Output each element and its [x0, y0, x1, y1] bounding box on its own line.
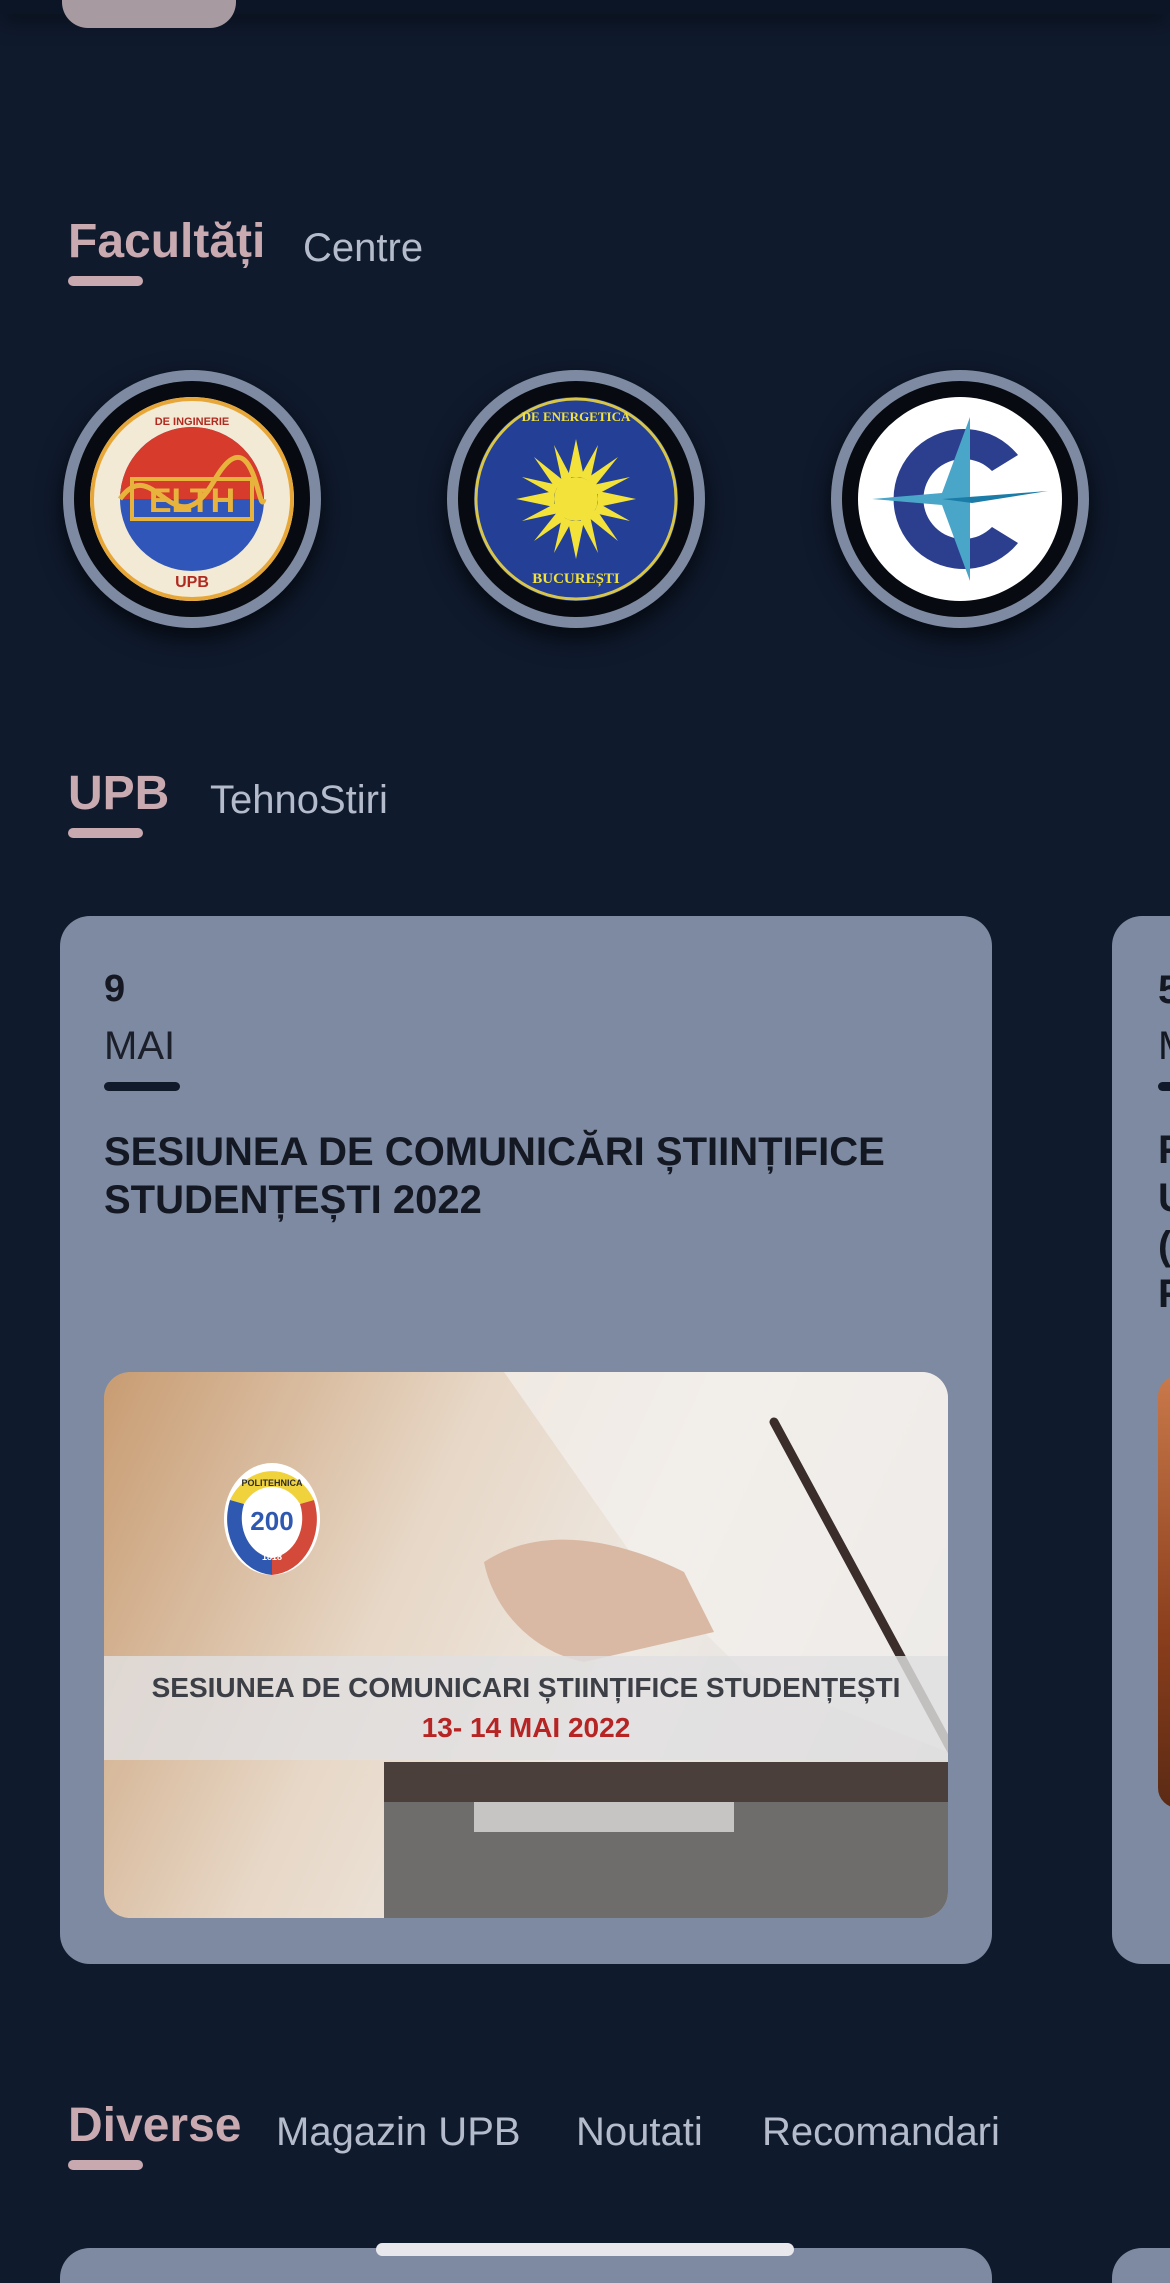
- badge-top-text: POLITEHNICA: [241, 1478, 303, 1488]
- home-indicator[interactable]: [376, 2243, 794, 2256]
- tab-indicator: [68, 276, 143, 286]
- elth-logo-text: ELTH: [149, 482, 235, 520]
- next-card-day: 5: [1158, 968, 1170, 1012]
- next-card-month: M: [1158, 1024, 1170, 1069]
- upb-200-badge: POLITEHNICA 200 1818: [224, 1463, 320, 1575]
- date-divider: [104, 1082, 180, 1091]
- c-logo: [842, 381, 1078, 617]
- news-card-next[interactable]: 5 M F U ( F: [1112, 916, 1170, 1964]
- date-divider: [1158, 1082, 1170, 1091]
- faculty-avatar-c[interactable]: [831, 370, 1089, 628]
- tab-magazin-upb[interactable]: Magazin UPB: [276, 2110, 521, 2155]
- elth-logo: ELTH UPB DE INGINERIE: [74, 381, 310, 617]
- tab-recomandari[interactable]: Recomandari: [762, 2110, 1000, 2155]
- news-title: SESIUNEA DE COMUNICĂRI ȘTIINȚIFICE STUDE…: [104, 1130, 885, 1222]
- app-screen: Facultăți Centre ELTH UPB DE INGINERIE B…: [0, 0, 1170, 2283]
- news-tabs: UPB TehnoStiri: [68, 756, 668, 838]
- next-card-title-1: F: [1158, 1128, 1170, 1173]
- next-card-title-2: U: [1158, 1176, 1170, 1221]
- news-card[interactable]: 9 MAI SESIUNEA DE COMUNICĂRI ȘTIINȚIFICE…: [60, 916, 992, 1964]
- next-card-title-3: (: [1158, 1224, 1170, 1268]
- svg-text:DE INGINERIE: DE INGINERIE: [155, 416, 230, 428]
- svg-text:DE ENERGETICA: DE ENERGETICA: [522, 409, 631, 424]
- next-card-title-4: F: [1158, 1272, 1170, 1317]
- faculties-tabs: Facultăți Centre: [68, 204, 668, 286]
- tab-tehnostiri[interactable]: TehnoStiri: [210, 778, 388, 823]
- writing-hand-illustration: [384, 1372, 948, 1918]
- tab-diverse[interactable]: Diverse: [68, 2098, 241, 2153]
- image-headline: SESIUNEA DE COMUNICARI ȘTIINȚIFICE STUDE…: [151, 1672, 901, 1703]
- tab-indicator: [68, 828, 143, 838]
- news-image: POLITEHNICA 200 1818 SESIUNEA DE COMUNIC…: [104, 1372, 948, 1918]
- energetica-bottom-text: BUCUREȘTI: [532, 571, 620, 587]
- tab-noutati[interactable]: Noutati: [576, 2110, 703, 2155]
- badge-year-text: 1818: [262, 1552, 282, 1562]
- top-search-pill[interactable]: [62, 0, 236, 28]
- misc-tabs: Diverse Magazin UPB Noutati Recomandari: [68, 2088, 1128, 2170]
- news-date-day: 9: [104, 968, 126, 1010]
- tab-indicator: [68, 2160, 143, 2170]
- image-dates: 13- 14 MAI 2022: [421, 1712, 631, 1743]
- tab-upb[interactable]: UPB: [68, 766, 169, 821]
- next-card-image: [1158, 1376, 1170, 1808]
- tab-centre[interactable]: Centre: [303, 226, 423, 271]
- tab-facultati[interactable]: Facultăți: [68, 214, 265, 269]
- news-date-month: MAI: [104, 1024, 176, 1068]
- energetica-logo: BUCUREȘTI DE ENERGETICA: [458, 381, 694, 617]
- faculty-avatar-elth[interactable]: ELTH UPB DE INGINERIE: [63, 370, 321, 628]
- misc-card-next[interactable]: [1112, 2248, 1170, 2283]
- badge-center-text: 200: [250, 1506, 293, 1536]
- elth-ring-text: UPB: [175, 574, 209, 591]
- faculty-avatar-energetica[interactable]: BUCUREȘTI DE ENERGETICA: [447, 370, 705, 628]
